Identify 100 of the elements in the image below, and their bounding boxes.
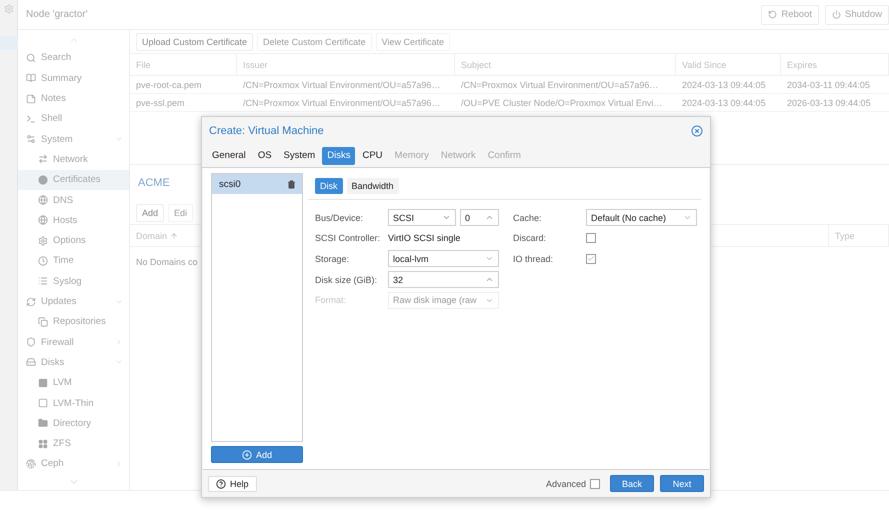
nav-item[interactable]: Options (18, 230, 129, 251)
grid-icon (38, 438, 48, 449)
table-cell: 2034-03-11 09:44:05 (781, 76, 889, 94)
node-title: Node 'gractor' (26, 9, 89, 20)
toolbar-button[interactable]: Add (136, 204, 164, 222)
column-header[interactable]: Expires (781, 54, 889, 76)
add-button[interactable]: Add (211, 446, 303, 463)
column-header[interactable]: File (130, 54, 237, 76)
fingerprint-icon (26, 458, 36, 469)
number-field[interactable]: 0 (460, 209, 499, 226)
number-field[interactable]: 32 (388, 271, 499, 288)
sub-tab[interactable]: Disk (315, 178, 342, 194)
copy-icon (38, 316, 48, 327)
refresh-icon (26, 296, 36, 307)
power-icon (832, 10, 842, 19)
list-icon (38, 276, 48, 286)
shield-icon (26, 337, 36, 348)
nav-item[interactable]: Directory (18, 413, 129, 434)
empty-message: No Domains co (136, 257, 198, 267)
clock-icon (38, 256, 48, 266)
column-header[interactable]: Type (829, 225, 889, 247)
nav-button[interactable]: Back (610, 475, 654, 492)
wizard-tab[interactable]: CPU (357, 146, 388, 164)
field-label: Cache: (513, 212, 543, 222)
wizard-tab[interactable]: System (278, 146, 320, 164)
nav-item[interactable]: Updates (18, 291, 129, 312)
field-value: VirtIO SCSI single (388, 233, 460, 244)
caret-icon[interactable] (115, 460, 123, 468)
table-cell: /CN=Proxmox Virtual Environment/OU=a57a96… (455, 76, 676, 94)
wizard-tab[interactable]: General (207, 146, 251, 164)
nav-item[interactable]: DNS (18, 190, 129, 210)
nav-item[interactable]: Firewall (18, 332, 129, 352)
sub-tab[interactable]: Bandwidth (346, 178, 399, 194)
field-label: Format: (315, 295, 348, 306)
field-label: Bus/Device: (315, 212, 364, 222)
square-icon (38, 398, 48, 408)
book-icon (26, 73, 36, 84)
trash-icon[interactable] (287, 180, 296, 188)
nav-button[interactable]: Next (660, 475, 704, 492)
help-button[interactable]: Help (208, 476, 257, 492)
checkbox[interactable] (586, 254, 596, 264)
table-cell: pve-ssl.pem (130, 94, 237, 112)
square-icon (38, 378, 48, 388)
globe-icon (38, 215, 48, 226)
nav-item[interactable]: Network (18, 149, 129, 170)
nav-item[interactable]: Syslog (18, 271, 129, 292)
toolbar-button[interactable]: Upload Custom Certificate (136, 32, 254, 50)
help-icon (216, 478, 226, 488)
checkbox[interactable] (586, 233, 596, 244)
drive-icon (26, 357, 36, 368)
disk-list-item[interactable]: scsi0 (212, 174, 302, 194)
column-header[interactable]: Issuer (237, 54, 455, 76)
nav-item[interactable]: Notes (18, 88, 129, 109)
wizard-tab[interactable]: Disks (322, 146, 356, 164)
wizard-tab[interactable]: OS (252, 146, 277, 164)
field-label: Storage: (315, 254, 350, 264)
select-field[interactable]: Default (No cache) (586, 209, 697, 226)
column-header[interactable]: Subject (455, 54, 676, 76)
dropdown-icon (683, 213, 692, 222)
nav-item[interactable]: Search (18, 48, 129, 68)
nav-item[interactable]: LVM (18, 372, 129, 393)
field-label: SCSI Controller: (315, 233, 382, 244)
advanced-label: Advanced (546, 478, 586, 488)
table-cell: /OU=PVE Cluster Node/O=Proxmox Virtual Envi… (455, 94, 676, 112)
column-header[interactable]: Valid Since (676, 54, 781, 76)
header-button[interactable]: Shutdow (825, 4, 889, 24)
nav-item[interactable]: Repositories (18, 312, 129, 332)
checkbox[interactable] (590, 478, 600, 488)
select-field[interactable]: local-lvm (388, 250, 499, 268)
note-icon (26, 94, 36, 104)
caret-icon[interactable] (115, 338, 123, 346)
nav-item[interactable]: Shell (18, 108, 129, 129)
nav-item[interactable]: System (18, 129, 129, 150)
nav-item[interactable]: Time (18, 250, 129, 272)
dot-icon (38, 174, 48, 185)
gear-icon[interactable] (4, 4, 14, 14)
plus-icon (242, 450, 252, 460)
nav-item[interactable]: Certificates (18, 170, 129, 190)
table-cell: 2024-03-13 09:44:05 (676, 76, 781, 94)
nav-item[interactable]: ZFS (18, 433, 129, 454)
table-cell: pve-root-ca.pem (130, 76, 237, 94)
nav-item[interactable]: Hosts (18, 210, 129, 230)
dialog-title: Create: Virtual Machine (209, 124, 324, 136)
table-cell: 2024-03-13 09:44:05 (676, 94, 781, 112)
header-button[interactable]: Reboot (761, 4, 820, 24)
terminal-icon (26, 114, 36, 124)
reboot-icon (768, 10, 778, 19)
table-cell: 2026-03-13 09:44:05 (781, 94, 889, 112)
sort-arrow-icon (170, 232, 178, 240)
nav-item[interactable]: Summary (18, 68, 129, 88)
gear-icon (38, 236, 48, 246)
close-icon[interactable] (691, 124, 703, 136)
nav-item[interactable]: Ceph (18, 454, 129, 474)
folder-icon (38, 418, 48, 428)
nav-item[interactable]: Disks (18, 352, 129, 373)
spinner-icon (485, 213, 494, 222)
nav-item[interactable]: LVM-Thin (18, 392, 129, 414)
table-cell: /CN=Proxmox Virtual Environment/OU=a57a96… (237, 76, 455, 94)
select-field[interactable]: SCSI (388, 209, 456, 226)
panel-title: ACME (138, 177, 170, 189)
